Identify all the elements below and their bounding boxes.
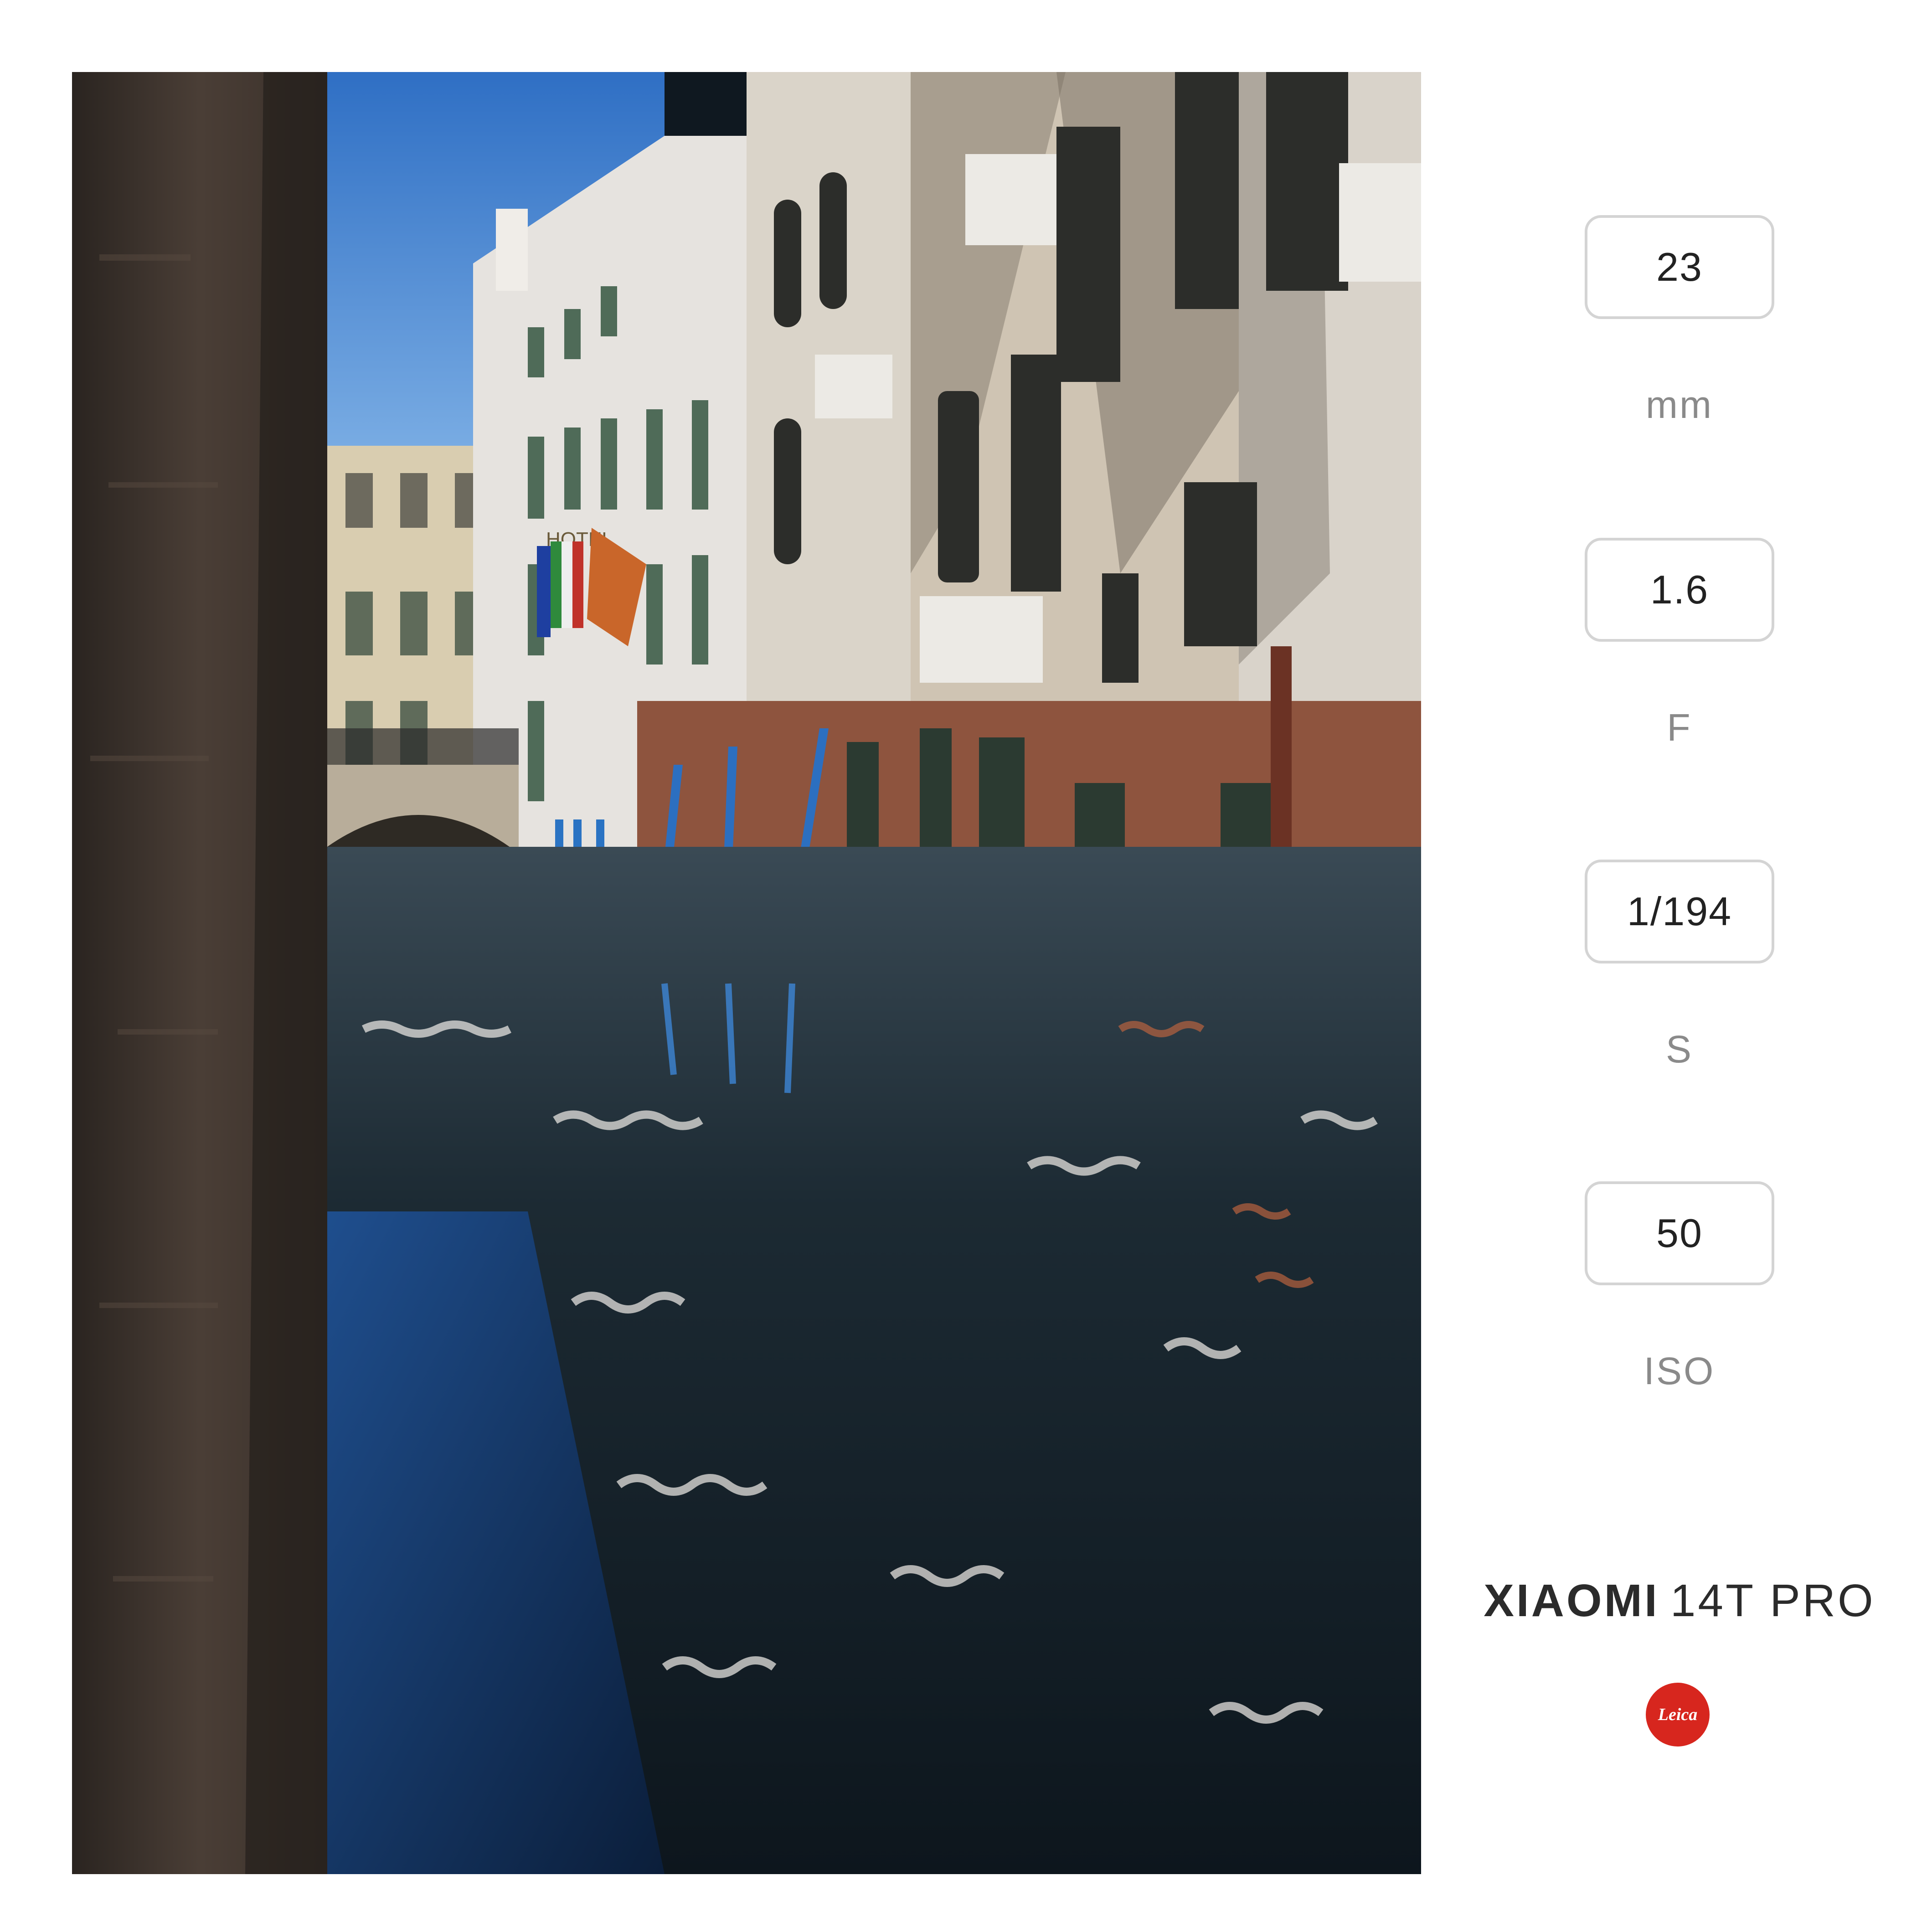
camera-model: 14T PRO [1670,1575,1875,1626]
leica-logo-icon: Leica [1646,1683,1710,1747]
aperture-value: 1.6 [1585,538,1774,642]
iso-value: 50 [1585,1181,1774,1285]
shutter-speed-value: 1/194 [1585,860,1774,963]
iso-unit: ISO [1643,1350,1716,1392]
camera-make: XIAOMI [1484,1575,1659,1626]
focal-length-value: 23 [1585,215,1774,319]
canal-photo-illustration: HOTEL [72,72,1421,1874]
canal-photo: HOTEL [72,72,1421,1874]
shutter-speed-unit: S [1665,1028,1694,1071]
svg-text:Leica: Leica [1658,1705,1698,1724]
focal-length-unit: mm [1646,383,1713,426]
camera-brand: XIAOMI 14T PRO [1458,1575,1901,1627]
aperture-unit: F [1667,706,1692,749]
